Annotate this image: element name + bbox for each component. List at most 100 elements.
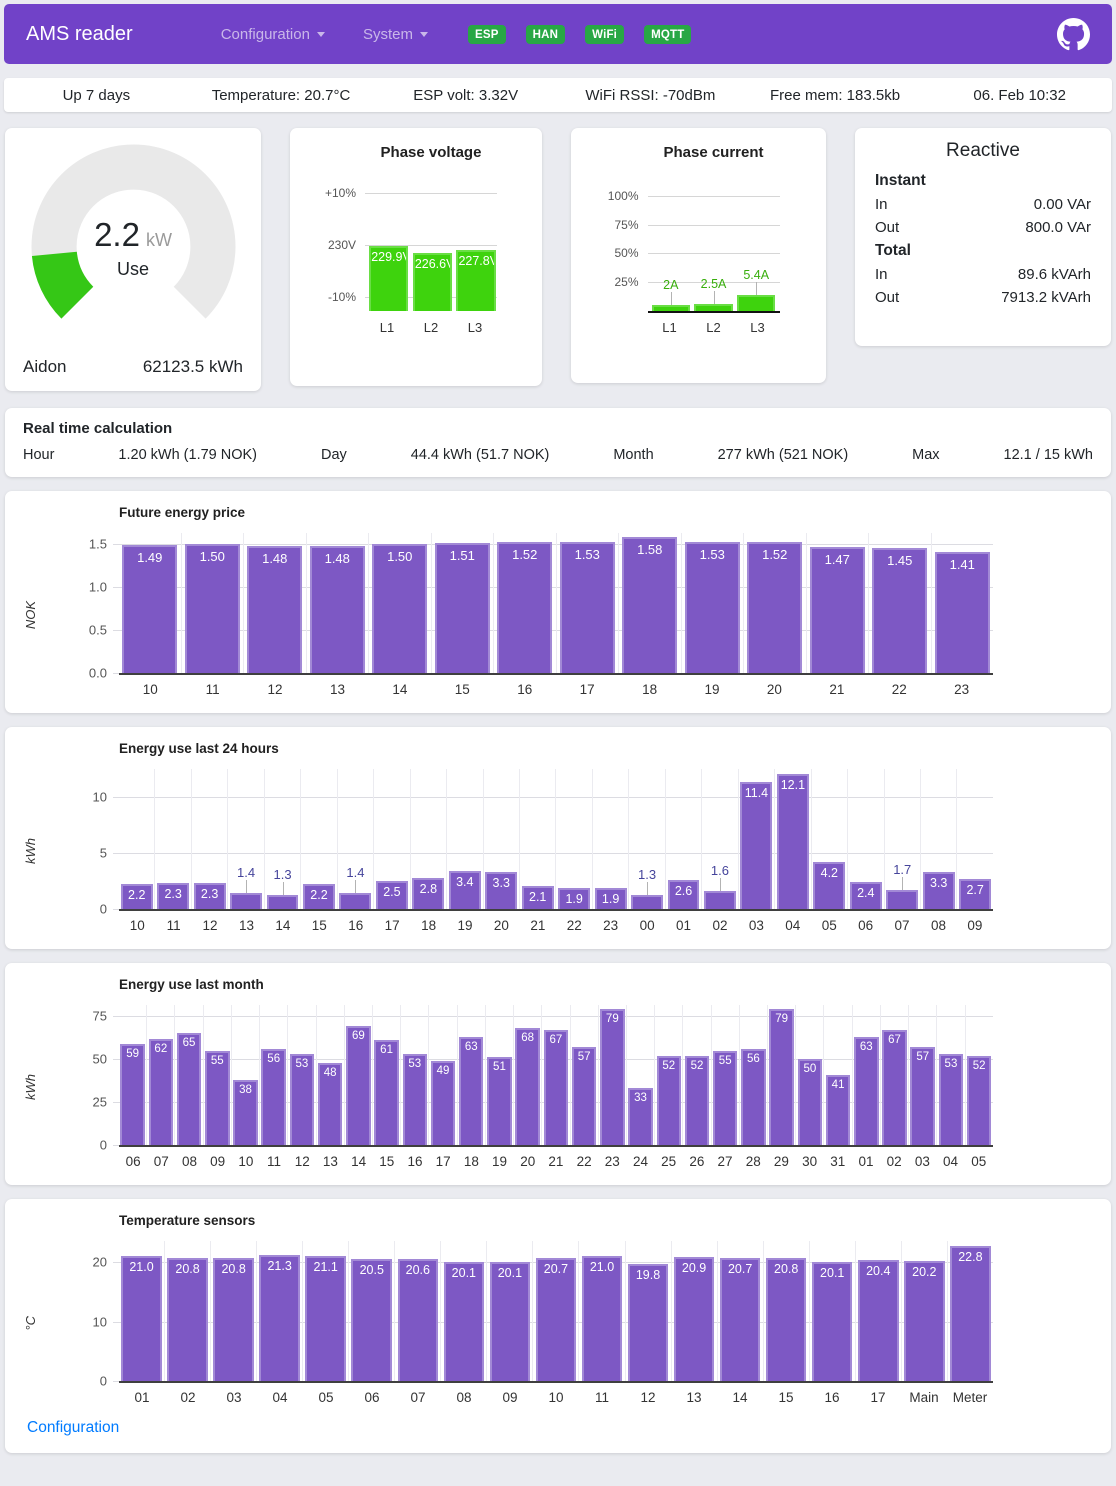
chart-title: Energy use last month bbox=[119, 977, 1111, 992]
bar: 1.9 bbox=[595, 888, 627, 909]
meter-name: Aidon bbox=[23, 357, 66, 377]
bar-value-label: 2.4 bbox=[852, 886, 880, 900]
plot-area: 10502.22.32.31.41.32.21.42.52.83.43.32.1… bbox=[119, 769, 993, 933]
bar: 2.2 bbox=[303, 884, 335, 909]
bar: 53 bbox=[403, 1054, 427, 1145]
bar: 55 bbox=[713, 1051, 737, 1145]
bar-slot: 69 bbox=[344, 1005, 372, 1145]
chart-area: kWh10502.22.32.31.41.32.21.42.52.83.43.3… bbox=[5, 769, 1111, 933]
esp-voltage-status: ESP volt: 3.32V bbox=[373, 87, 558, 104]
bar-slot: 1.52 bbox=[493, 533, 556, 673]
x-tick-label: 17 bbox=[855, 1390, 901, 1405]
bar-slot: 227.8V bbox=[454, 181, 498, 311]
bar-slot: 68 bbox=[513, 1005, 541, 1145]
bar-value-label: 1.53 bbox=[562, 547, 613, 562]
bar-slot: 59 bbox=[119, 1005, 146, 1145]
bar-slot: 57 bbox=[908, 1005, 936, 1145]
y-tick-label: 0 bbox=[100, 1374, 107, 1389]
bar-value-label: 56 bbox=[743, 1053, 763, 1065]
y-tick-label: 25 bbox=[93, 1095, 107, 1110]
bar-value-label: 1.6 bbox=[711, 863, 729, 878]
y-tick-label: 0.5 bbox=[89, 623, 107, 638]
bar-value-label: 61 bbox=[376, 1044, 396, 1056]
bar-value-label: 21.0 bbox=[584, 1260, 621, 1274]
bar: 3.3 bbox=[485, 872, 517, 909]
plot: 2010021.020.820.821.321.120.520.620.120.… bbox=[119, 1241, 993, 1381]
reactive-total-out-row: Out 7913.2 kVArh bbox=[875, 286, 1091, 309]
x-tick-label: L2 bbox=[692, 320, 736, 335]
bar-value-label: 2.6 bbox=[670, 884, 698, 898]
x-tick-label: 08 bbox=[441, 1390, 487, 1405]
bar: 3.3 bbox=[923, 872, 955, 909]
x-axis-labels: 1011121314151617181920212223000102030405… bbox=[119, 918, 993, 933]
github-link[interactable] bbox=[1057, 18, 1090, 51]
bar-slot: 56 bbox=[259, 1005, 287, 1145]
bar: 21.1 bbox=[305, 1256, 346, 1381]
gauge-readout: 2.2 kW Use bbox=[31, 144, 236, 349]
x-tick-label: 05 bbox=[965, 1154, 993, 1169]
x-tick-label: 18 bbox=[457, 1154, 485, 1169]
bar: 67 bbox=[544, 1030, 568, 1145]
plot: 100%75%50%25%2A2.5A5.4A bbox=[648, 189, 780, 311]
bar-value-label: 20.1 bbox=[492, 1266, 529, 1280]
bars: 229.9V 226.6V 227.8V bbox=[365, 181, 497, 311]
esp-status-badge: ESP bbox=[468, 25, 506, 44]
bar-slot: 226.6V bbox=[411, 181, 455, 311]
row-label: Out bbox=[875, 219, 899, 236]
bar: 62 bbox=[149, 1039, 173, 1145]
leader-line bbox=[720, 878, 721, 891]
bar: 20.2 bbox=[904, 1261, 945, 1381]
bar: 226.6V bbox=[413, 253, 452, 311]
y-tick-label: 0 bbox=[100, 902, 107, 917]
bar: 20.8 bbox=[766, 1258, 807, 1381]
bar: 52 bbox=[685, 1056, 709, 1145]
bar: 11.4 bbox=[740, 782, 772, 909]
x-tick-label: 13 bbox=[228, 918, 264, 933]
nav-configuration-menu[interactable]: Configuration bbox=[221, 26, 325, 43]
bar-slot: 53 bbox=[287, 1005, 315, 1145]
bar-value-label: 63 bbox=[856, 1041, 876, 1053]
bar-value-label: 1.50 bbox=[374, 549, 425, 564]
bar-slot: 5.4A bbox=[735, 189, 778, 311]
bar-slot: 52 bbox=[965, 1005, 993, 1145]
plot: 7550250596265553856534869615349635168675… bbox=[119, 1005, 993, 1145]
reactive-total-heading: Total bbox=[875, 239, 1091, 263]
bar-value-label: 3.3 bbox=[487, 876, 515, 890]
y-tick-label: 50 bbox=[93, 1052, 107, 1067]
bar-value-label: 2.1 bbox=[524, 890, 552, 904]
bar-slot: 1.53 bbox=[681, 533, 744, 673]
leader-line bbox=[355, 880, 356, 893]
x-tick-label: 23 bbox=[598, 1154, 626, 1169]
plot-area: 7550250596265553856534869615349635168675… bbox=[119, 1005, 993, 1169]
uptime-status: Up 7 days bbox=[4, 87, 189, 104]
y-axis-title-text: kWh bbox=[23, 1074, 38, 1100]
x-tick-label: 16 bbox=[338, 918, 374, 933]
nav-system-menu[interactable]: System bbox=[363, 26, 428, 43]
bar-slot: 67 bbox=[541, 1005, 569, 1145]
bar-value-label: 53 bbox=[405, 1058, 425, 1070]
bar: 2.3 bbox=[157, 883, 189, 909]
bar-value-label: 79 bbox=[602, 1013, 622, 1025]
hour-label: Hour bbox=[23, 447, 54, 463]
bar-slot: 1.9 bbox=[555, 769, 591, 909]
bar-slot: 61 bbox=[372, 1005, 400, 1145]
bar-slot: 1.4 bbox=[337, 769, 373, 909]
bar-value-label: 1.52 bbox=[749, 547, 800, 562]
x-tick-label: 16 bbox=[401, 1154, 429, 1169]
bar-slot: 1.9 bbox=[592, 769, 628, 909]
bar-slot: 1.6 bbox=[701, 769, 737, 909]
x-tick-label: 29 bbox=[767, 1154, 795, 1169]
bar: 1.45 bbox=[872, 548, 927, 673]
x-tick-label: 00 bbox=[629, 918, 665, 933]
bar-slot: 3.4 bbox=[446, 769, 482, 909]
chart-title: Temperature sensors bbox=[119, 1213, 1111, 1228]
phase-voltage-chart: Phase voltage+10%230V-10%229.9V226.6V227… bbox=[296, 144, 536, 335]
bar-value-label: 2.2 bbox=[123, 888, 151, 902]
x-tick-label: 01 bbox=[119, 1390, 165, 1405]
bar-value-label: 1.3 bbox=[638, 867, 656, 882]
bar bbox=[704, 891, 736, 909]
configuration-link[interactable]: Configuration bbox=[27, 1419, 119, 1437]
bar-slot: 229.9V bbox=[367, 181, 411, 311]
bar-value-label: 226.6V bbox=[415, 257, 450, 271]
x-tick-label: 08 bbox=[175, 1154, 203, 1169]
